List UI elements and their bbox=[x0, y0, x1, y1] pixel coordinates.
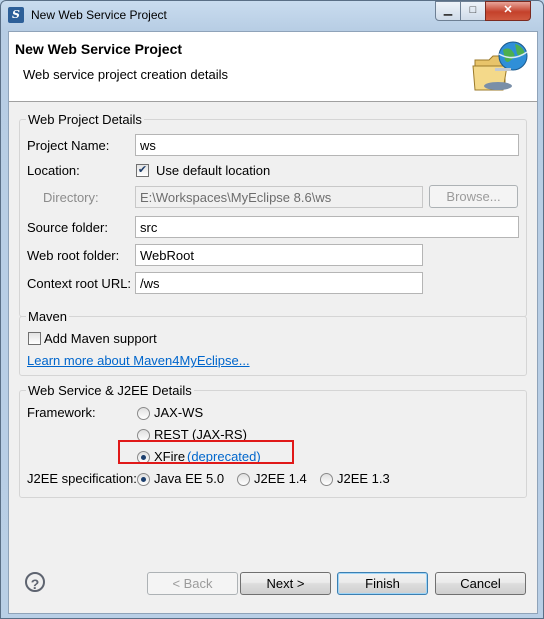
j2ee-13-radio[interactable] bbox=[320, 473, 333, 486]
j2ee-14-label: J2EE 1.4 bbox=[254, 471, 307, 486]
directory-label: Directory: bbox=[43, 190, 99, 205]
framework-jaxws-label: JAX-WS bbox=[154, 405, 204, 420]
use-default-location-checkbox[interactable]: ✔ bbox=[136, 164, 149, 177]
j2ee-javaee5-radio[interactable] bbox=[137, 473, 150, 486]
maven-group-label: Maven bbox=[26, 309, 70, 324]
framework-label: Framework: bbox=[27, 405, 96, 420]
next-button[interactable]: Next > bbox=[240, 572, 331, 595]
web-service-globe-folder-icon bbox=[472, 41, 528, 91]
cancel-button[interactable]: Cancel bbox=[435, 572, 526, 595]
learn-more-maven-link[interactable]: Learn more about Maven4MyEclipse... bbox=[27, 353, 250, 368]
dialog-window: S New Web Service Project ▁ □ ✕ New Web … bbox=[0, 0, 544, 619]
j2ee-13-label: J2EE 1.3 bbox=[337, 471, 390, 486]
xfire-highlight-box bbox=[118, 440, 294, 464]
web-project-details-label: Web Project Details bbox=[26, 112, 144, 127]
web-service-j2ee-label: Web Service & J2EE Details bbox=[26, 383, 194, 398]
directory-input[interactable]: E:\Workspaces\MyEclipse 8.6\ws bbox=[135, 186, 423, 208]
banner-title: New Web Service Project bbox=[15, 41, 183, 57]
web-root-folder-label: Web root folder: bbox=[27, 248, 120, 263]
back-button[interactable]: < Back bbox=[147, 572, 238, 595]
finish-button[interactable]: Finish bbox=[337, 572, 428, 595]
dialog-content: New Web Service Project Web service proj… bbox=[8, 31, 538, 614]
add-maven-support-label: Add Maven support bbox=[44, 331, 157, 346]
wizard-banner: New Web Service Project Web service proj… bbox=[9, 32, 537, 102]
myeclipse-icon: S bbox=[8, 7, 24, 23]
minimize-button[interactable]: ▁ bbox=[435, 1, 461, 21]
context-root-url-input[interactable]: /ws bbox=[135, 272, 423, 294]
banner-subtitle: Web service project creation details bbox=[23, 67, 228, 82]
project-name-label: Project Name: bbox=[27, 138, 110, 153]
use-default-location-label: Use default location bbox=[156, 163, 271, 178]
location-label: Location: bbox=[27, 163, 80, 178]
j2ee-specification-label: J2EE specification: bbox=[27, 471, 137, 486]
framework-jaxws-radio[interactable] bbox=[137, 407, 150, 420]
window-title: New Web Service Project bbox=[31, 8, 167, 22]
j2ee-14-radio[interactable] bbox=[237, 473, 250, 486]
project-name-input[interactable]: ws bbox=[135, 134, 519, 156]
source-folder-input[interactable]: src bbox=[135, 216, 519, 238]
maximize-button[interactable]: □ bbox=[460, 1, 486, 21]
source-folder-label: Source folder: bbox=[27, 220, 108, 235]
title-bar[interactable]: S New Web Service Project ▁ □ ✕ bbox=[1, 1, 543, 29]
close-button[interactable]: ✕ bbox=[485, 1, 531, 21]
web-root-folder-input[interactable]: WebRoot bbox=[135, 244, 423, 266]
context-root-url-label: Context root URL: bbox=[27, 276, 132, 291]
j2ee-javaee5-label: Java EE 5.0 bbox=[154, 471, 225, 486]
add-maven-support-checkbox[interactable] bbox=[28, 332, 41, 345]
browse-button[interactable]: Browse... bbox=[429, 185, 518, 208]
help-button[interactable]: ? bbox=[25, 572, 45, 592]
